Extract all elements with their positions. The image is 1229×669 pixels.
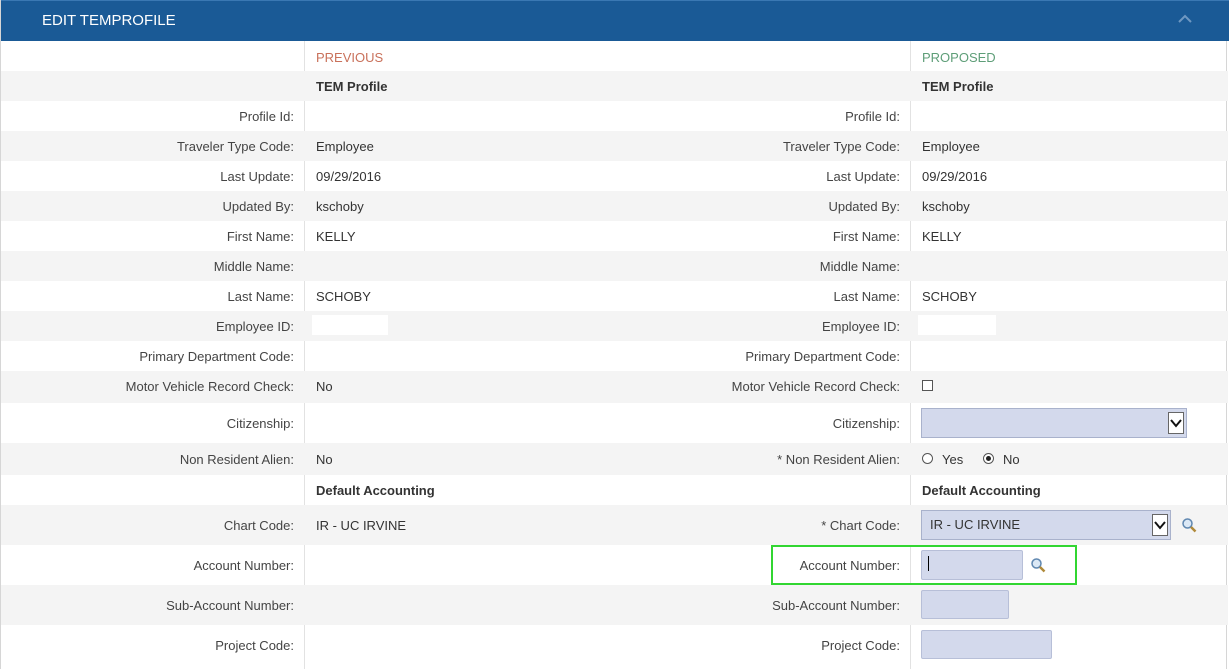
value-first-name-proposed: KELLY (922, 229, 962, 244)
label-project-code-proposed: Project Code: (821, 638, 900, 653)
row-employee-id: Employee ID: Employee ID: (1, 311, 1228, 341)
label-citizenship-proposed: Citizenship: (832, 416, 900, 431)
label-last-name-proposed: Last Name: (833, 289, 900, 304)
row-sub-account: Sub-Account Number: Sub-Account Number: (1, 585, 1228, 625)
label-citizenship-previous: Citizenship: (226, 416, 294, 431)
edit-profile-panel: EDIT TEMPROFILE PREVIOUS PROPOSED TEM Pr… (0, 0, 1229, 669)
label-sub-account-proposed: Sub-Account Number: (772, 598, 900, 613)
row-chart-code: Chart Code: IR - UC IRVINE * Chart Code:… (1, 505, 1228, 545)
value-last-update-previous: 09/29/2016 (316, 169, 382, 184)
row-citizenship: Citizenship: Citizenship: (1, 403, 1228, 443)
row-primary-dept: Primary Department Code: Primary Departm… (1, 341, 1228, 371)
label-mvr-check-previous: Motor Vehicle Record Check: (125, 379, 294, 394)
redacted-employee-id-previous (312, 315, 388, 335)
redacted-employee-id-proposed (918, 315, 996, 335)
label-middle-name-proposed: Middle Name: (819, 259, 900, 274)
nra-no-label: No (1003, 452, 1020, 467)
label-nra-proposed: * Non Resident Alien: (777, 452, 900, 467)
label-account-number-previous: Account Number: (193, 558, 294, 573)
label-mvr-check-proposed: Motor Vehicle Record Check: (731, 379, 900, 394)
row-mvr-check: Motor Vehicle Record Check: No Motor Veh… (1, 371, 1228, 403)
row-last-name: Last Name: SCHOBY Last Name: SCHOBY (1, 281, 1228, 311)
panel-title: EDIT TEMPROFILE (42, 12, 176, 29)
row-first-name: First Name: KELLY First Name: KELLY (1, 221, 1228, 251)
value-chart-code-previous: IR - UC IRVINE (316, 518, 407, 533)
nra-no-radio[interactable] (983, 453, 994, 464)
row-middle-name: Middle Name: Middle Name: (1, 251, 1228, 281)
chart-code-selected-value: IR - UC IRVINE (930, 517, 1021, 532)
label-first-name-previous: First Name: (226, 229, 294, 244)
label-last-update-previous: Last Update: (220, 169, 294, 184)
label-nra-previous: Non Resident Alien: (179, 452, 294, 467)
label-primary-dept-previous: Primary Department Code: (139, 349, 294, 364)
nra-yes-label: Yes (942, 452, 964, 467)
row-updated-by: Updated By: kschoby Updated By: kschoby (1, 191, 1228, 221)
chart-code-lookup-icon[interactable] (1181, 517, 1197, 533)
row-project-code: Project Code: Project Code: (1, 625, 1228, 669)
label-traveler-type-previous: Traveler Type Code: (176, 139, 294, 154)
label-chart-code-previous: Chart Code: (223, 518, 294, 533)
label-project-code-previous: Project Code: (215, 638, 294, 653)
project-code-input[interactable] (921, 630, 1052, 659)
section-title-previous: TEM Profile (316, 79, 388, 94)
value-mvr-check-previous: No (316, 379, 333, 394)
section-accounting-previous: Default Accounting (316, 483, 435, 498)
value-traveler-type-proposed: Employee (922, 139, 980, 154)
value-traveler-type-previous: Employee (316, 139, 374, 154)
sub-account-number-input[interactable] (921, 590, 1009, 619)
focus-highlight-box (771, 545, 1077, 585)
label-sub-account-previous: Sub-Account Number: (166, 598, 294, 613)
label-updated-by-previous: Updated By: (222, 199, 294, 214)
label-last-update-proposed: Last Update: (826, 169, 900, 184)
value-last-name-previous: SCHOBY (316, 289, 371, 304)
section-title-proposed: TEM Profile (922, 79, 994, 94)
chevron-up-icon[interactable] (1175, 9, 1195, 29)
label-employee-id-previous: Employee ID: (215, 319, 294, 334)
label-traveler-type-proposed: Traveler Type Code: (782, 139, 900, 154)
value-last-name-proposed: SCHOBY (922, 289, 977, 304)
section-accounting-proposed: Default Accounting (922, 483, 1041, 498)
label-first-name-proposed: First Name: (832, 229, 900, 244)
label-primary-dept-proposed: Primary Department Code: (745, 349, 900, 364)
value-last-update-proposed: 09/29/2016 (922, 169, 988, 184)
label-last-name-previous: Last Name: (227, 289, 294, 304)
panel-header: EDIT TEMPROFILE (1, 0, 1229, 41)
value-nra-previous: No (316, 452, 333, 467)
chevron-down-icon[interactable] (1152, 514, 1168, 536)
citizenship-select[interactable] (921, 408, 1187, 438)
chevron-down-icon[interactable] (1168, 412, 1184, 434)
label-updated-by-proposed: Updated By: (828, 199, 900, 214)
value-first-name-previous: KELLY (316, 229, 356, 244)
label-employee-id-proposed: Employee ID: (821, 319, 900, 334)
proposed-column-heading: PROPOSED (922, 50, 996, 65)
previous-column-heading: PREVIOUS (316, 50, 384, 65)
row-last-update: Last Update: 09/29/2016 Last Update: 09/… (1, 161, 1228, 191)
label-chart-code-proposed: * Chart Code: (821, 518, 900, 533)
mvr-check-checkbox[interactable] (922, 380, 933, 391)
section-row-default-accounting: Default Accounting Default Accounting (1, 475, 1228, 505)
label-middle-name-previous: Middle Name: (213, 259, 294, 274)
label-profile-id-previous: Profile Id: (239, 109, 294, 124)
label-profile-id-proposed: Profile Id: (845, 109, 900, 124)
chart-code-select[interactable]: IR - UC IRVINE (921, 510, 1171, 540)
value-updated-by-previous: kschoby (316, 199, 364, 214)
section-row-tem-profile: TEM Profile TEM Profile (1, 71, 1228, 101)
nra-yes-radio[interactable] (922, 453, 933, 464)
row-traveler-type: Traveler Type Code: Employee Traveler Ty… (1, 131, 1228, 161)
row-profile-id: Profile Id: Profile Id: (1, 101, 1228, 131)
value-updated-by-proposed: kschoby (922, 199, 970, 214)
row-nra: Non Resident Alien: No * Non Resident Al… (1, 443, 1228, 475)
